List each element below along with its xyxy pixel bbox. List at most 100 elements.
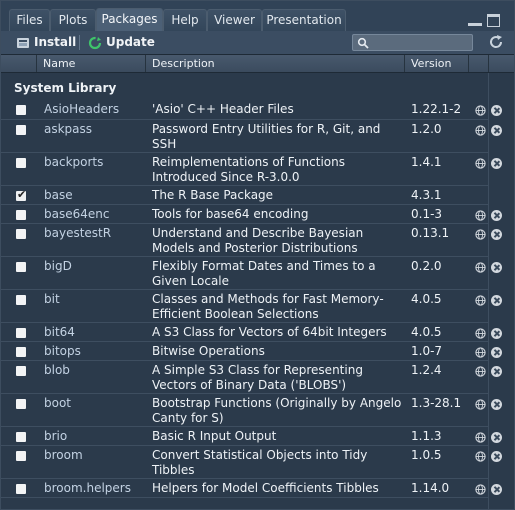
globe-icon[interactable]: [475, 328, 486, 339]
tab-help[interactable]: Help: [163, 9, 207, 31]
remove-package-icon[interactable]: [491, 158, 502, 169]
install-label: Install: [34, 35, 77, 49]
globe-icon[interactable]: [475, 158, 486, 169]
globe-icon[interactable]: [475, 105, 486, 116]
column-header-name[interactable]: Name: [37, 55, 146, 72]
globe-icon[interactable]: [475, 262, 486, 273]
remove-package-icon[interactable]: [491, 125, 502, 136]
package-checkbox[interactable]: [16, 347, 26, 357]
column-header-web: [469, 55, 489, 72]
globe-icon[interactable]: [475, 366, 486, 377]
package-description: Understand and Describe Bayesian Models …: [152, 226, 364, 255]
package-name-link[interactable]: base64enc: [44, 207, 109, 221]
install-button[interactable]: Install: [16, 33, 76, 52]
package-name-link[interactable]: broom.helpers: [44, 481, 131, 495]
table-row: AsioHeaders 'Asio' C++ Header Files 1.22.1…: [1, 100, 502, 120]
package-name-link[interactable]: broom: [44, 448, 83, 462]
globe-icon[interactable]: [475, 484, 486, 495]
table-row: blob A Simple S3 Class for Representing V…: [1, 361, 502, 394]
package-version: 0.13.1: [411, 226, 450, 240]
package-description: 'Asio' C++ Header Files: [152, 102, 294, 116]
package-description: Reimplementations of Functions Introduce…: [152, 155, 346, 184]
maximize-icon[interactable]: [487, 14, 500, 27]
globe-icon[interactable]: [475, 210, 486, 221]
package-version: 1.14.0: [411, 481, 450, 495]
remove-package-icon[interactable]: [491, 229, 502, 240]
remove-package-icon[interactable]: [491, 347, 502, 358]
package-checkbox[interactable]: [16, 158, 26, 168]
tab-viewer[interactable]: Viewer: [207, 9, 262, 31]
globe-icon[interactable]: [475, 125, 486, 136]
package-name-link[interactable]: bit: [44, 292, 60, 306]
package-checkbox[interactable]: [16, 105, 26, 115]
remove-package-icon[interactable]: [491, 262, 502, 273]
remove-package-icon[interactable]: [491, 210, 502, 221]
tab-presentation[interactable]: Presentation: [262, 9, 346, 31]
remove-package-icon[interactable]: [491, 451, 502, 462]
package-name-link[interactable]: brio: [44, 429, 67, 443]
package-name-link[interactable]: blob: [44, 363, 70, 377]
search-input[interactable]: [352, 34, 473, 51]
table-row: bayestestR Understand and Describe Bayesi…: [1, 224, 502, 257]
package-checkbox[interactable]: [16, 262, 26, 272]
package-version: 1.4.1: [411, 155, 442, 169]
package-checkbox[interactable]: [16, 125, 26, 135]
package-checkbox[interactable]: [16, 484, 26, 494]
update-button[interactable]: Update: [88, 33, 155, 52]
globe-icon[interactable]: [475, 432, 486, 443]
globe-icon[interactable]: [475, 229, 486, 240]
tab-packages[interactable]: Packages: [96, 8, 163, 32]
package-checkbox[interactable]: [16, 432, 26, 442]
package-checkbox[interactable]: [16, 188, 26, 201]
package-name-link[interactable]: backports: [44, 155, 103, 169]
package-description: Flexibly Format Dates and Times to a Giv…: [152, 259, 376, 288]
globe-icon[interactable]: [475, 295, 486, 306]
package-checkbox[interactable]: [16, 210, 26, 220]
package-name-link[interactable]: AsioHeaders: [44, 102, 119, 116]
package-version: 1.22.1-2: [411, 102, 462, 116]
table-row: bitops Bitwise Operations 1.0-7: [1, 342, 502, 361]
tab-plots[interactable]: Plots: [50, 9, 96, 31]
remove-package-icon[interactable]: [491, 295, 502, 306]
package-version: 1.2.4: [411, 363, 442, 377]
package-name-link[interactable]: bitops: [44, 344, 81, 358]
table-row: base64enc Tools for base64 encoding 0.1-3: [1, 205, 502, 224]
toolbar: Install Update: [1, 31, 514, 55]
package-name-link[interactable]: boot: [44, 396, 71, 410]
package-description: Convert Statistical Objects into Tidy Ti…: [152, 448, 368, 477]
column-header-description[interactable]: Description: [146, 55, 405, 72]
globe-icon[interactable]: [475, 451, 486, 462]
package-checkbox[interactable]: [16, 229, 26, 239]
package-checkbox[interactable]: [16, 451, 26, 461]
remove-package-icon[interactable]: [491, 432, 502, 443]
package-version: 0.1-3: [411, 207, 443, 221]
remove-package-icon[interactable]: [491, 366, 502, 377]
package-name-link[interactable]: askpass: [44, 122, 92, 136]
remove-package-icon[interactable]: [491, 484, 502, 495]
globe-icon[interactable]: [475, 399, 486, 410]
package-checkbox[interactable]: [16, 399, 26, 409]
minimize-icon[interactable]: [468, 16, 482, 26]
column-header-version[interactable]: Version: [405, 55, 469, 72]
table-row: bit Classes and Methods for Fast Memory-E…: [1, 290, 502, 323]
package-checkbox[interactable]: [16, 328, 26, 338]
toolbar-separator: [79, 35, 80, 50]
refresh-icon[interactable]: [488, 34, 504, 50]
package-checkbox[interactable]: [16, 366, 26, 376]
tab-files[interactable]: Files: [9, 9, 50, 31]
package-version: 4.3.1: [411, 188, 442, 202]
globe-icon[interactable]: [475, 347, 486, 358]
package-name-link[interactable]: bigD: [44, 259, 72, 273]
package-name-link[interactable]: base: [44, 188, 73, 202]
install-icon: [16, 36, 30, 50]
remove-package-icon[interactable]: [491, 399, 502, 410]
package-version: 0.2.0: [411, 259, 442, 273]
table-row: askpass Password Entry Utilities for R, G…: [1, 120, 502, 153]
package-description: Helpers for Model Coefficients Tibbles: [152, 481, 379, 495]
remove-package-icon[interactable]: [491, 328, 502, 339]
package-name-link[interactable]: bayestestR: [44, 226, 111, 240]
package-version: 4.0.5: [411, 325, 442, 339]
remove-package-icon[interactable]: [491, 105, 502, 116]
package-checkbox[interactable]: [16, 295, 26, 305]
package-name-link[interactable]: bit64: [44, 325, 75, 339]
